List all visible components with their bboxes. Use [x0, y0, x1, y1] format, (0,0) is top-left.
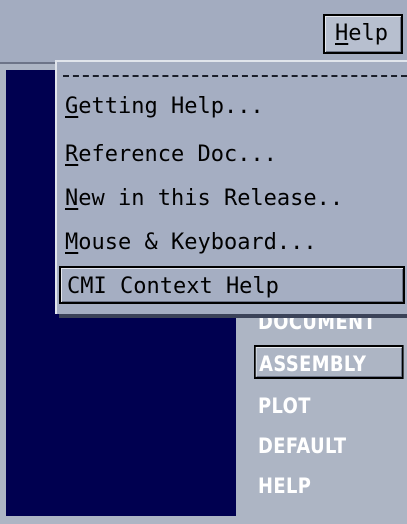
mode-item-help[interactable]: HELP: [258, 469, 311, 503]
help-mnemonic: H: [335, 21, 349, 46]
mnemonic-g: G: [65, 94, 79, 119]
menu-item-label: eference Doc...: [78, 142, 277, 167]
help-menu-button[interactable]: Help: [323, 14, 403, 54]
tearoff-line[interactable]: [63, 75, 407, 77]
menu-item-cmi-context-help[interactable]: CMI Context Help: [59, 266, 405, 304]
help-dropdown-menu: Getting Help... Reference Doc... New in …: [55, 60, 407, 314]
mnemonic-r: R: [65, 142, 79, 167]
menu-item-mouse-keyboard[interactable]: Mouse & Keyboard...: [65, 224, 317, 262]
help-label: elp: [348, 21, 388, 46]
menu-item-label: ew in this Release..: [78, 186, 344, 211]
mnemonic-m: M: [65, 230, 79, 255]
mode-item-plot[interactable]: PLOT: [258, 389, 311, 423]
menu-item-new-in-release[interactable]: New in this Release..: [65, 180, 343, 218]
mode-item-default[interactable]: DEFAULT: [258, 429, 346, 463]
menu-item-label: etting Help...: [78, 94, 264, 119]
menubar: Help: [0, 0, 407, 64]
mnemonic-n: N: [65, 186, 79, 211]
menu-item-reference-doc[interactable]: Reference Doc...: [65, 136, 277, 174]
mode-item-assembly[interactable]: ASSEMBLY: [254, 345, 404, 379]
menu-item-label: ouse & Keyboard...: [78, 230, 317, 255]
menu-item-getting-help[interactable]: Getting Help...: [65, 88, 264, 126]
